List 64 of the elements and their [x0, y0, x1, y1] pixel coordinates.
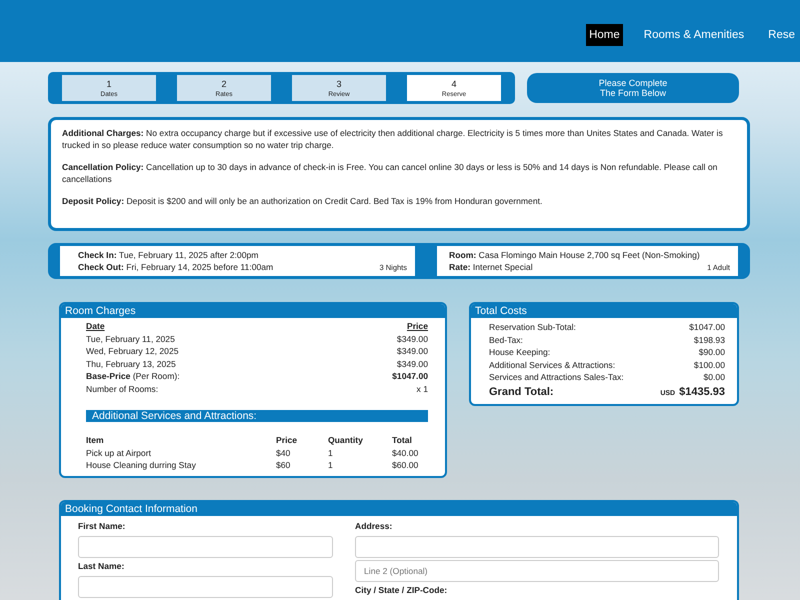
- input-field[interactable]: [78, 576, 333, 598]
- field-label: City / State / ZIP-Code:: [355, 584, 448, 595]
- policy-text: Cancellation Policy: Cancellation up to 30 days in advance of check-in is Free. You can cancel online 30 days or less is 50% and 14 days is Non refundable. Please call on cancellations: [62, 162, 718, 186]
- nav-link[interactable]: Rese: [765, 24, 798, 46]
- step-number: 4: [451, 78, 456, 88]
- night-date: Tue, February 11, 2025: [86, 332, 175, 346]
- cost-value: $100.00: [694, 358, 725, 372]
- table-cell-text: 1: [328, 446, 334, 460]
- policy-text: Additional Charges: No extra occupancy charge but if excessive use of electricity then additional charge. Electricity is 5 times more than Unites States and Canada. Water is trucked in so please reduce water consumption so no water trip charge.: [62, 128, 724, 152]
- rooms-label: Number of Rooms:: [86, 382, 158, 396]
- services-heading: Additional Services and Attractions:: [86, 410, 428, 422]
- nav-link[interactable]: Rooms & Amenities: [640, 24, 748, 46]
- night-price: $349.00: [396, 345, 428, 358]
- check-in-text: Check In: Tue, February 11, 2025 after 2:00pm: [78, 250, 258, 262]
- cost-value: $1047.00: [689, 321, 725, 334]
- field-label: Address:: [355, 520, 394, 531]
- cost-label: Services and Attractions Sales-Tax:: [489, 371, 624, 384]
- panel-title: Total Costs: [471, 304, 737, 318]
- field-label: Last Name:: [78, 560, 126, 571]
- table-cell-text: Pick up at Airport: [86, 446, 152, 460]
- column-header: Date: [86, 320, 105, 333]
- panel-title: Room Charges: [61, 304, 445, 318]
- column-header: Item: [86, 434, 105, 447]
- policy-text: Deposit Policy: Deposit is $200 and will only be an authorization on Credit Card. Bed Tax is 19% from Honduran government.: [62, 196, 544, 208]
- cost-value: $198.93: [694, 334, 725, 346]
- cost-value: $0.00: [703, 371, 725, 384]
- night-price: $349.00: [396, 332, 428, 346]
- grand-total-label: Grand Total:: [489, 384, 554, 400]
- table-cell-text: 1: [328, 459, 334, 472]
- night-date: Wed, February 12, 2025: [86, 345, 179, 358]
- step-number: 1: [106, 78, 112, 88]
- cost-label: Bed-Tax:: [489, 334, 523, 346]
- panel-title: Booking Contact Information: [61, 502, 737, 516]
- field-label: First Name:: [78, 520, 126, 531]
- cost-label: House Keeping:: [489, 346, 550, 359]
- table-cell-text: $40: [276, 446, 292, 460]
- notice-text: The Form Below: [600, 88, 666, 98]
- table-cell-text: $40.00: [392, 446, 420, 460]
- night-price: $349.00: [396, 358, 428, 370]
- night-date: Thu, February 13, 2025: [86, 358, 176, 370]
- input-field[interactable]: [78, 536, 333, 558]
- grand-total-value: $1435.93: [679, 384, 725, 400]
- table-cell-text: $60: [276, 459, 292, 472]
- column-header: Quantity: [328, 434, 364, 447]
- cost-label: Additional Services & Attractions:: [489, 358, 616, 372]
- step-number: 3: [336, 78, 342, 88]
- notice-text: Please Complete: [598, 78, 668, 88]
- rate-text: Rate: Internet Special: [449, 262, 533, 274]
- table-cell-text: House Cleaning durring Stay: [86, 459, 197, 472]
- input-field[interactable]: Line 2 (Optional): [355, 560, 719, 582]
- room-text: Room: Casa Flomingo Main House 2,700 sq Feet (Non-Smoking): [449, 250, 700, 262]
- table-cell-text: $60.00: [392, 459, 420, 472]
- check-out-text: Check Out: Fri, February 14, 2025 before 11:00am: [78, 262, 274, 274]
- column-header: Price: [406, 320, 428, 333]
- nav-link[interactable]: Home: [586, 24, 623, 46]
- input-field[interactable]: [355, 536, 719, 558]
- step-number: 2: [221, 78, 226, 88]
- cost-label: Reservation Sub-Total:: [489, 321, 576, 334]
- column-header: Price: [276, 434, 298, 447]
- rooms-value: x 1: [416, 382, 428, 396]
- base-price-value: $1047.00: [392, 370, 428, 383]
- base-price-label: Base-Price (Per Room):: [86, 370, 180, 383]
- column-header: Total: [392, 434, 413, 447]
- cost-value: $90.00: [698, 346, 725, 359]
